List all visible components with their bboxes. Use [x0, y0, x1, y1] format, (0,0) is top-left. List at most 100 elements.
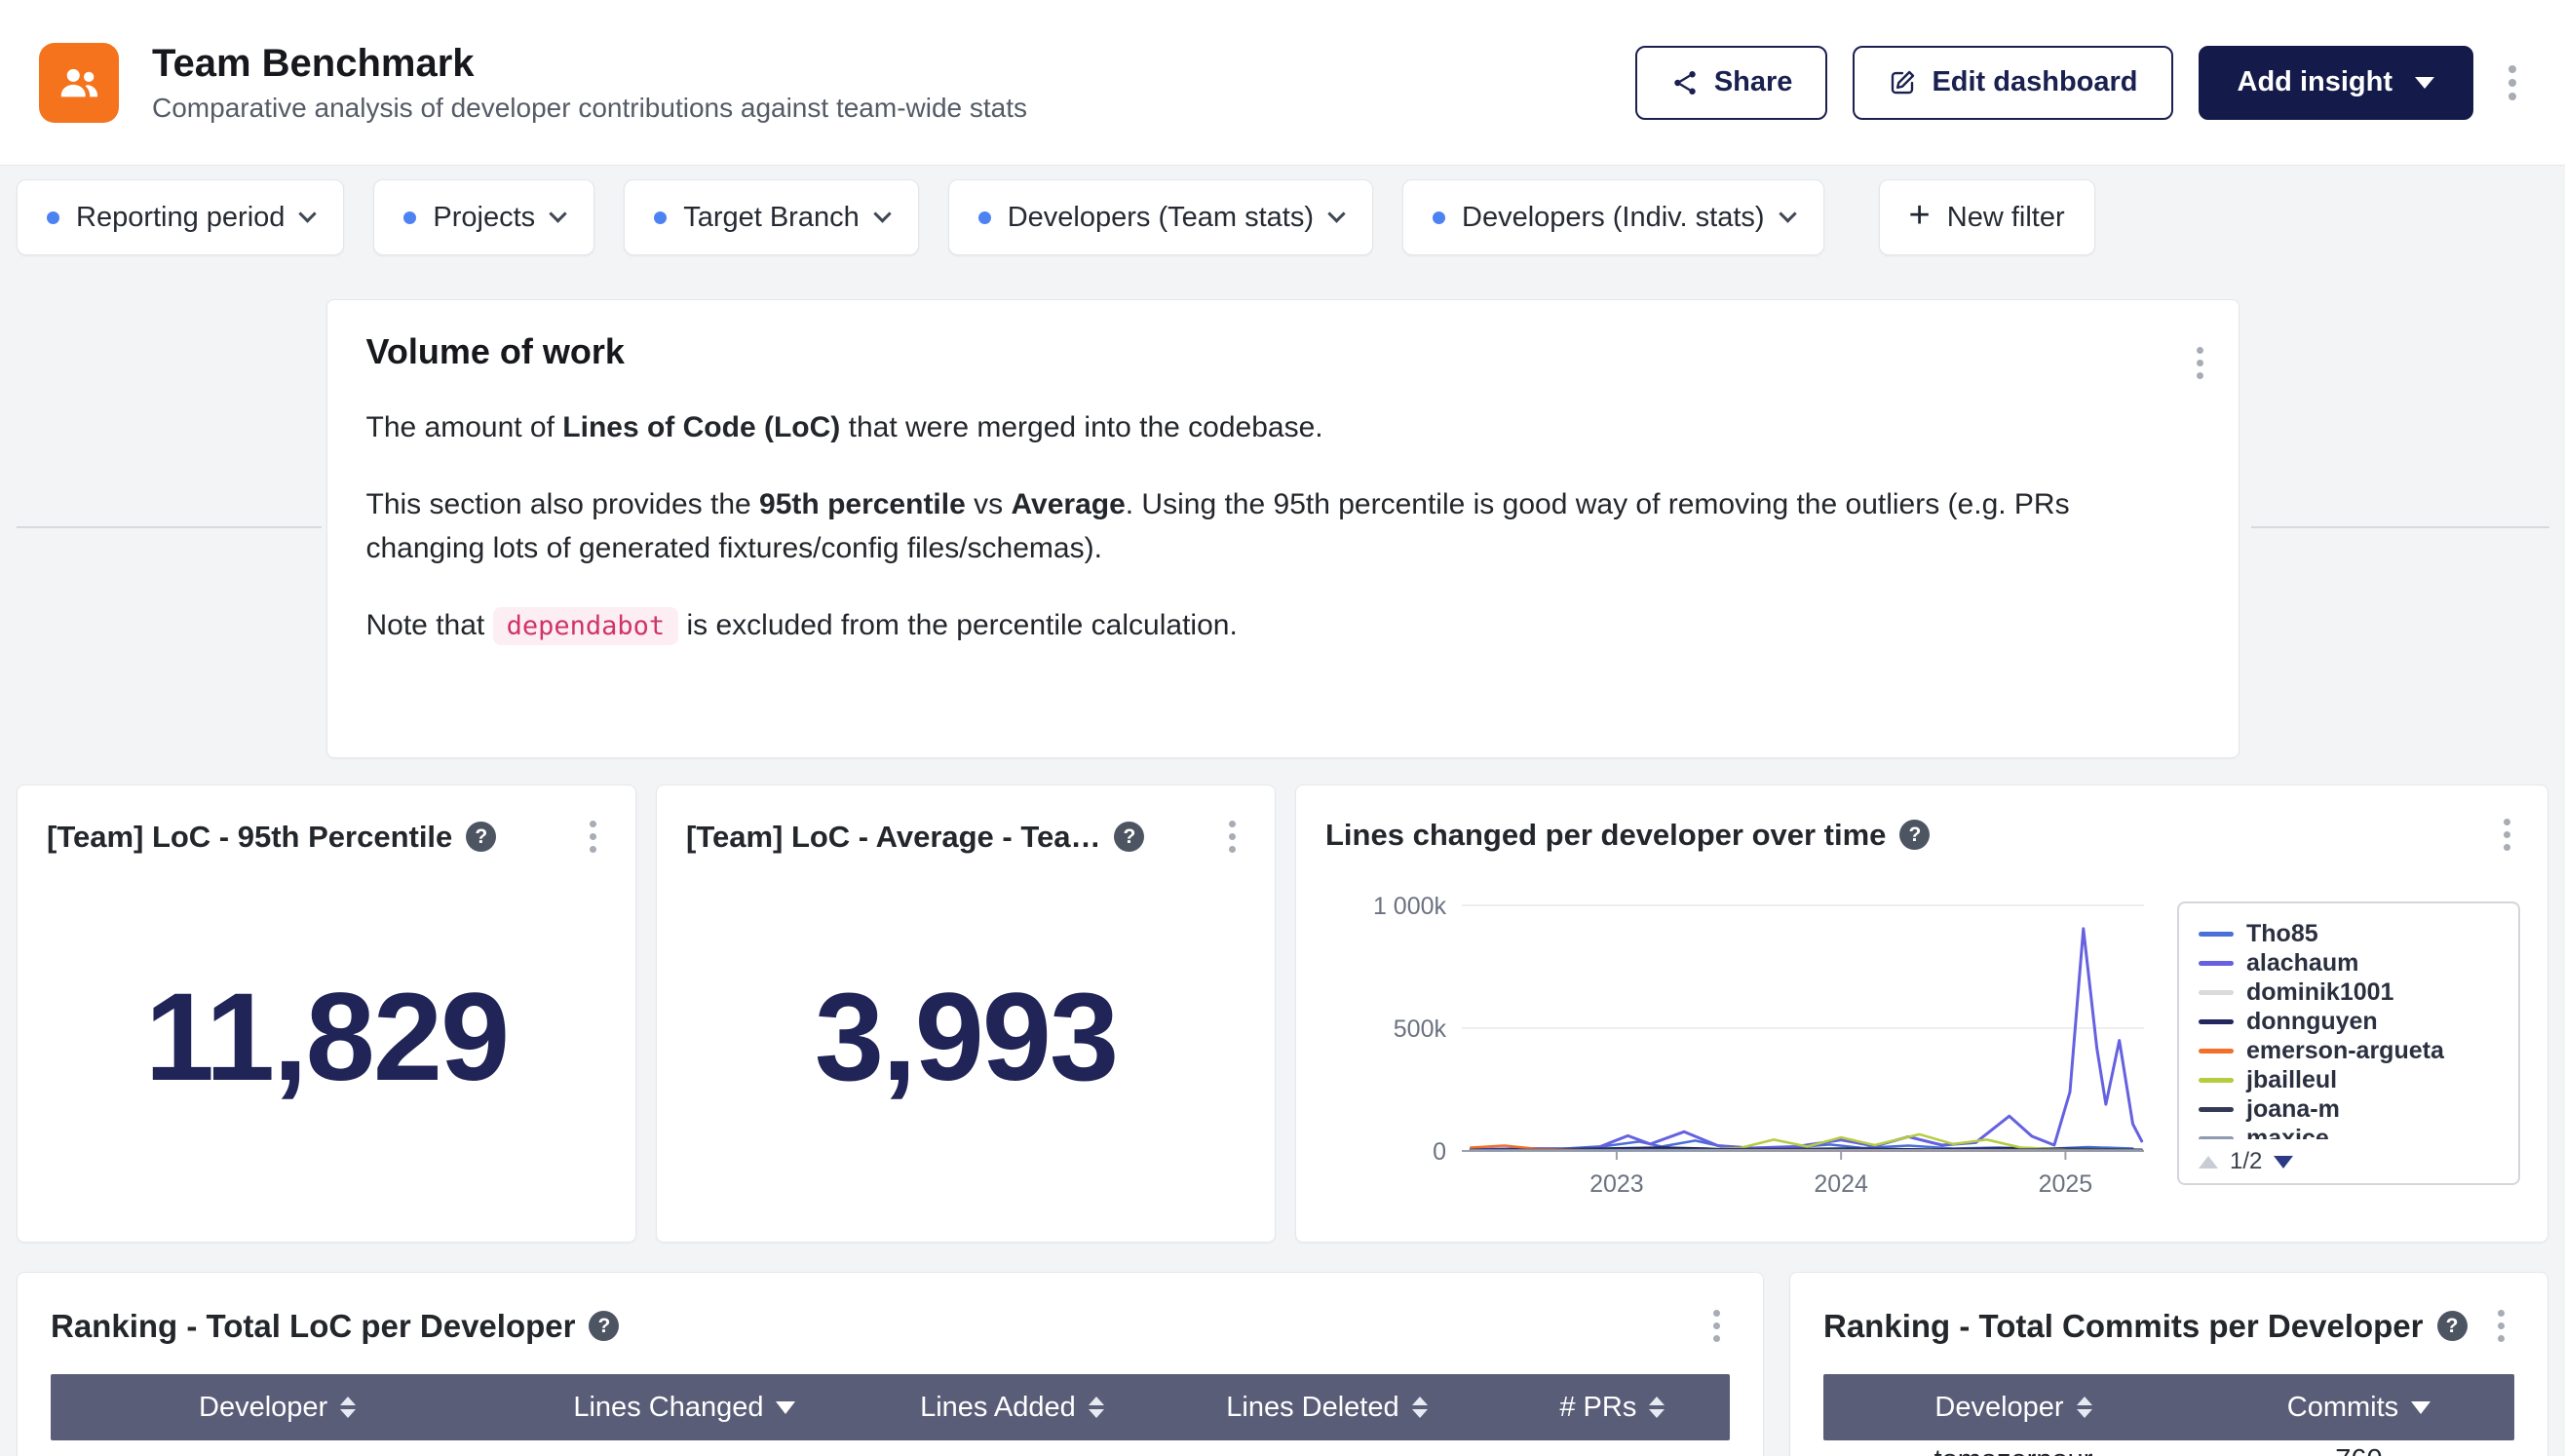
table-row[interactable]: tomazernour 760: [1823, 1440, 2514, 1456]
ranking-loc-card: Ranking - Total LoC per Developer ? Deve…: [17, 1272, 1764, 1456]
stat-card-title: [Team] LoC - Average - Tea…: [686, 820, 1100, 855]
legend-label: emerson-argueta: [2246, 1037, 2444, 1065]
legend-page-down-icon[interactable]: [2274, 1156, 2293, 1169]
lines-changed-chart-card: Lines changed per developer over time ? …: [1295, 785, 2548, 1243]
column-header-lines-changed[interactable]: Lines Changed: [504, 1392, 864, 1424]
filter-projects[interactable]: Projects: [373, 179, 594, 255]
help-icon[interactable]: ?: [466, 822, 496, 852]
share-button[interactable]: Share: [1635, 46, 1828, 120]
legend-item-jbailleul[interactable]: jbailleul: [2199, 1065, 2499, 1094]
filter-target-branch[interactable]: Target Branch: [624, 179, 919, 255]
chevron-down-icon: [299, 205, 317, 222]
filter-label: Reporting period: [76, 202, 285, 234]
volume-card-kebab-menu[interactable]: [2187, 339, 2213, 387]
legend-marker: [2199, 1107, 2234, 1112]
legend-item-dominik1001[interactable]: dominik1001: [2199, 977, 2499, 1007]
legend-pagination: 1/2: [2199, 1144, 2499, 1175]
chart-card-kebab-menu[interactable]: [2494, 811, 2520, 859]
ranking-loc-table-header: Developer Lines Changed Lines Added Line…: [51, 1374, 1730, 1440]
chart-card-title: Lines changed per developer over time: [1325, 818, 1886, 853]
help-icon[interactable]: ?: [589, 1311, 619, 1341]
volume-card-title: Volume of work: [366, 331, 2200, 372]
legend-item-emerson-argueta[interactable]: emerson-argueta: [2199, 1036, 2499, 1065]
legend-marker: [2199, 990, 2234, 995]
stat-card-loc-95th-percentile: [Team] LoC - 95th Percentile ? 11,829: [17, 785, 636, 1243]
column-header-lines-deleted[interactable]: Lines Deleted: [1159, 1392, 1495, 1424]
filter-bar: Reporting period Projects Target Branch …: [0, 166, 2565, 270]
stat-card-kebab-menu[interactable]: [1219, 813, 1245, 861]
legend-label: joana-m: [2246, 1095, 2340, 1124]
share-label: Share: [1714, 66, 1793, 98]
legend-label: dominik1001: [2246, 978, 2393, 1007]
legend-item-joana-m[interactable]: joana-m: [2199, 1094, 2499, 1124]
y-axis-tick-label: 500k: [1394, 1015, 1447, 1043]
legend-item-Tho85[interactable]: Tho85: [2199, 919, 2499, 948]
help-icon[interactable]: ?: [2437, 1311, 2468, 1341]
ranking-loc-kebab-menu[interactable]: [1704, 1302, 1730, 1350]
legend-marker: [2199, 932, 2234, 937]
stat-card-loc-average: [Team] LoC - Average - Tea… ? 3,993: [656, 785, 1276, 1243]
edit-dashboard-button[interactable]: Edit dashboard: [1853, 46, 2172, 120]
legend-item-maxice[interactable]: maxice: [2199, 1124, 2499, 1139]
x-axis-tick-label: 2023: [1589, 1170, 1644, 1198]
help-icon[interactable]: ?: [1899, 820, 1930, 850]
chevron-down-icon: [2415, 77, 2434, 89]
ranking-loc-title: Ranking - Total LoC per Developer: [51, 1308, 575, 1345]
share-icon: [1670, 68, 1700, 97]
header-kebab-menu[interactable]: [2499, 57, 2526, 108]
grid-divider-right: [2251, 526, 2549, 528]
legend-label: Tho85: [2246, 920, 2318, 948]
chevron-down-icon: [549, 205, 566, 222]
legend-item-donnguyen[interactable]: donnguyen: [2199, 1007, 2499, 1036]
column-header-lines-added[interactable]: Lines Added: [865, 1392, 1160, 1424]
filter-dot-icon: [47, 211, 59, 224]
filter-developers-indiv-stats[interactable]: Developers (Indiv. stats): [1402, 179, 1824, 255]
legend-page-up-icon[interactable]: [2199, 1156, 2218, 1169]
filter-reporting-period[interactable]: Reporting period: [17, 179, 344, 255]
edit-dashboard-label: Edit dashboard: [1932, 66, 2137, 98]
sort-desc-icon: [2411, 1401, 2431, 1414]
ranking-commits-kebab-menu[interactable]: [2488, 1302, 2514, 1350]
stat-card-kebab-menu[interactable]: [580, 813, 606, 861]
legend-label: maxice: [2246, 1125, 2329, 1140]
line-chart[interactable]: 1 000k500k0202320242025: [1325, 866, 2163, 1203]
filter-label: Developers (Indiv. stats): [1462, 202, 1765, 234]
volume-paragraph-3: Note that dependabot is excluded from th…: [366, 603, 2179, 647]
column-header-commits[interactable]: Commits: [2203, 1392, 2514, 1424]
legend-label: jbailleul: [2246, 1066, 2337, 1094]
legend-label: alachaum: [2246, 949, 2358, 977]
stat-value: 3,993: [815, 966, 1117, 1109]
legend-item-alachaum[interactable]: alachaum: [2199, 948, 2499, 977]
sort-icon: [1649, 1397, 1665, 1418]
legend-page-indicator: 1/2: [2230, 1148, 2262, 1175]
filter-dot-icon: [1433, 211, 1445, 224]
volume-of-work-card: Volume of work The amount of Lines of Co…: [326, 299, 2240, 758]
title-block: Team Benchmark Comparative analysis of d…: [152, 41, 1027, 124]
x-axis-tick-label: 2025: [2039, 1170, 2093, 1198]
column-header-developer[interactable]: Developer: [51, 1392, 504, 1424]
chevron-down-icon: [1327, 205, 1345, 222]
ranking-commits-table-header: Developer Commits: [1823, 1374, 2514, 1440]
volume-paragraph-2: This section also provides the 95th perc…: [366, 482, 2179, 570]
grid-divider-left: [17, 526, 322, 528]
new-filter-button[interactable]: + New filter: [1879, 179, 2095, 255]
column-header-developer[interactable]: Developer: [1823, 1392, 2203, 1424]
plus-icon: +: [1909, 197, 1931, 234]
sort-icon: [1089, 1397, 1104, 1418]
add-insight-label: Add insight: [2238, 66, 2393, 98]
y-axis-tick-label: 0: [1433, 1138, 1446, 1166]
legend-marker: [2199, 1078, 2234, 1083]
commits-cell: 760: [2203, 1444, 2514, 1456]
filter-label: Developers (Team stats): [1008, 202, 1314, 234]
filter-dot-icon: [403, 211, 416, 224]
column-header-prs[interactable]: # PRs: [1495, 1392, 1730, 1424]
volume-paragraph-1: The amount of Lines of Code (LoC) that w…: [366, 405, 2179, 449]
sort-desc-icon: [776, 1401, 795, 1414]
add-insight-button[interactable]: Add insight: [2199, 46, 2473, 120]
ranking-row: Ranking - Total LoC per Developer ? Deve…: [0, 1272, 2565, 1456]
edit-icon: [1888, 68, 1917, 97]
help-icon[interactable]: ?: [1114, 822, 1144, 852]
table-row[interactable]: [51, 1440, 1730, 1456]
header-actions: Share Edit dashboard Add insight: [1635, 46, 2526, 120]
filter-developers-team-stats[interactable]: Developers (Team stats): [948, 179, 1373, 255]
